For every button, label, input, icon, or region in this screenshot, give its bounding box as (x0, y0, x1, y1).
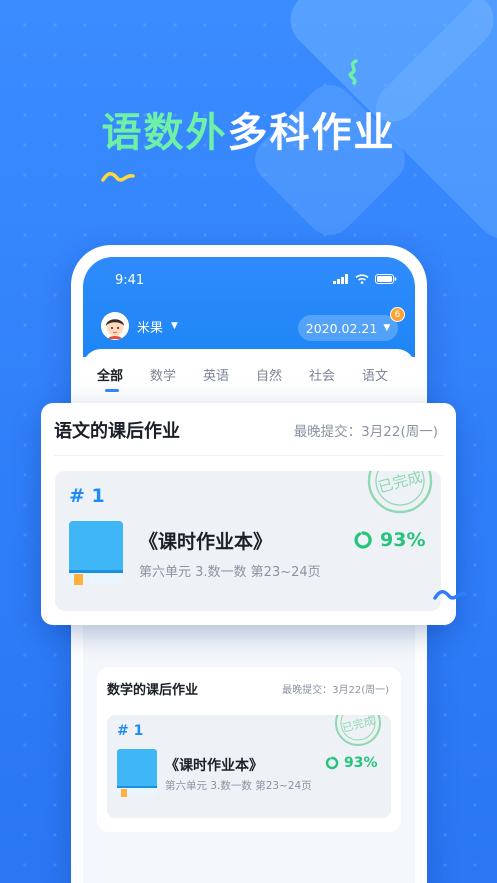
date-value: 2020.02.21 (305, 320, 378, 336)
tab-all[interactable]: 全部 (97, 365, 150, 392)
homework-detail: 第六单元 3.数一数 第23~24页 (139, 565, 321, 580)
yellow-squiggle-icon (101, 172, 135, 182)
tab-chinese[interactable]: 语文 (362, 365, 415, 384)
svg-text:已完成: 已完成 (376, 471, 424, 496)
date-picker[interactable]: 2020.02.21 ▼ 6 (298, 307, 405, 341)
progress-percent: 93% (325, 755, 378, 771)
homework-card-math[interactable]: 数学的课后作业 最晚提交：3月22(周一) # 1 《课时作业本》 第六单元 3… (97, 667, 401, 832)
notification-badge: 6 (390, 307, 405, 322)
signal-icon (333, 274, 348, 284)
status-time: 9:41 (115, 273, 145, 288)
due-date: 最晚提交：3月22(周一) (282, 685, 389, 696)
battery-icon (375, 274, 397, 284)
completed-stamp: 已完成 (367, 471, 433, 514)
green-squiggle-icon (348, 59, 358, 85)
active-tab-indicator (105, 389, 119, 392)
progress-ring-icon (354, 531, 372, 549)
book-icon (117, 749, 157, 797)
avatar (101, 312, 129, 340)
svg-text:已完成: 已完成 (341, 715, 376, 735)
progress-percent: 93% (353, 529, 425, 551)
completed-stamp: 已完成 (335, 715, 381, 746)
hero-title: 语数外多科作业 (0, 100, 497, 158)
user-switcher[interactable]: 米果 ▼ (101, 312, 178, 340)
item-number: # 1 (69, 485, 105, 507)
homework-card-chinese[interactable]: 语文的课后作业 最晚提交：3月22(周一) # 1 《课时作业本》 第六单元 3… (41, 403, 456, 625)
tab-math[interactable]: 数学 (150, 365, 203, 384)
divider (54, 455, 443, 456)
book-icon (69, 521, 123, 585)
status-icons (333, 274, 397, 284)
app-header: 9:41 米果 ▼ 2020.02.21 ▼ 6 (83, 257, 415, 357)
homework-item[interactable]: # 1 《课时作业本》 第六单元 3.数一数 第23~24页 93% 已完成 (55, 471, 441, 611)
caret-down-icon: ▼ (383, 323, 391, 333)
homework-name: 《课时作业本》 (165, 758, 263, 774)
wifi-icon (355, 274, 369, 284)
due-date: 最晚提交：3月22(周一) (293, 424, 438, 440)
caret-down-icon: ▼ (171, 321, 178, 331)
user-name: 米果 (137, 320, 164, 336)
hero-title-rest: 多科作业 (227, 110, 396, 156)
card-title: 数学的课后作业 (107, 683, 199, 698)
blue-squiggle-icon (433, 590, 467, 600)
item-number: # 1 (117, 723, 144, 739)
hero-title-highlight: 语数外 (101, 110, 228, 156)
homework-item[interactable]: # 1 《课时作业本》 第六单元 3.数一数 第23~24页 93% 已完成 (107, 715, 391, 818)
homework-detail: 第六单元 3.数一数 第23~24页 (165, 780, 312, 792)
progress-ring-icon (325, 756, 339, 770)
homework-name: 《课时作业本》 (139, 531, 273, 553)
card-title: 语文的课后作业 (54, 421, 180, 442)
tab-society[interactable]: 社会 (309, 365, 362, 384)
tab-nature[interactable]: 自然 (256, 365, 309, 384)
tab-english[interactable]: 英语 (203, 365, 256, 384)
